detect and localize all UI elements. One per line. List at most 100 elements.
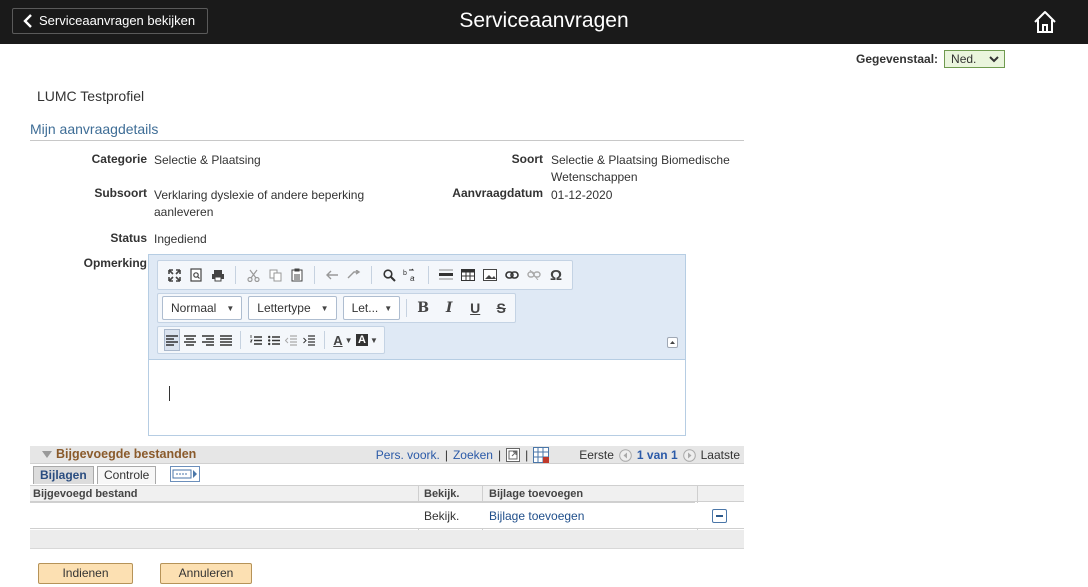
redo-icon[interactable] (344, 264, 364, 286)
svg-text:b: b (403, 270, 407, 277)
strikethrough-button[interactable]: S (491, 297, 511, 319)
search-link[interactable]: Zoeken (453, 448, 493, 462)
chevron-down-icon: ▼ (384, 303, 393, 313)
background-color-button[interactable]: A ▼ (355, 329, 378, 351)
image-icon[interactable] (480, 264, 500, 286)
personalize-link[interactable]: Pers. voork. (376, 448, 440, 462)
grid-tabs: Bijlagen Controle (30, 465, 744, 504)
data-language-select[interactable]: Ned. (944, 50, 1006, 68)
font-dropdown[interactable]: Lettertype ▼ (248, 296, 337, 320)
cancel-button[interactable]: Annuleren (160, 563, 252, 584)
col-header-view[interactable]: Bekijk. (424, 488, 459, 500)
paste-icon[interactable] (287, 264, 307, 286)
submit-button[interactable]: Indienen (38, 563, 133, 584)
chevron-down-icon: ▼ (320, 303, 329, 313)
soort-value-line2: Wetenschappen (551, 170, 638, 184)
replace-icon[interactable]: ba (401, 264, 421, 286)
top-bar: Serviceaanvragen bekijken Serviceaanvrag… (0, 0, 1088, 44)
editor-toolbar-row2: Normaal ▼ Lettertype ▼ Let... ▼ B I U S (157, 293, 517, 323)
toolbar-separator (314, 266, 315, 284)
show-all-columns-button[interactable] (170, 466, 200, 482)
format-dropdown-value: Normaal (171, 301, 217, 315)
data-language-value: Ned. (951, 52, 977, 66)
first-label: Eerste (579, 448, 614, 462)
col-header-add[interactable]: Bijlage toevoegen (489, 488, 583, 500)
align-right-icon[interactable] (200, 329, 216, 351)
toolbar-separator (371, 266, 372, 284)
horizontal-rule-icon[interactable] (436, 264, 456, 286)
data-language-label: Gegevenstaal: (856, 52, 939, 66)
print-icon[interactable] (208, 264, 228, 286)
unlink-icon[interactable] (524, 264, 544, 286)
align-justify-icon[interactable] (218, 329, 234, 351)
text-color-button[interactable]: A ▼ (332, 329, 354, 351)
add-attachment-link[interactable]: Bijlage toevoegen (489, 509, 584, 523)
chevron-down-icon: ▼ (226, 303, 235, 313)
subsoort-label: Subsoort (94, 186, 147, 200)
grid-column-header: Bijgevoegd bestand Bekijk. Bijlage toevo… (30, 485, 744, 502)
bulleted-list-icon[interactable] (266, 329, 282, 351)
numbered-list-icon[interactable] (248, 329, 264, 351)
view-attachment-button[interactable]: Bekijk. (424, 509, 459, 523)
section-divider (30, 140, 744, 141)
categorie-value: Selectie & Plaatsing (154, 153, 261, 167)
text-color-letter: A (333, 332, 343, 348)
chevron-down-icon: ▼ (344, 335, 353, 345)
grid-navigation: Pers. voork. | Zoeken | | Eerste 1 van 1… (376, 447, 740, 463)
link-icon[interactable] (502, 264, 522, 286)
editor-text-area[interactable] (149, 359, 685, 435)
special-character-icon[interactable]: Ω (546, 264, 566, 286)
collapse-triangle-icon (42, 450, 52, 458)
show-all-columns-icon (172, 469, 197, 479)
col-header-file[interactable]: Bijgevoegd bestand (33, 488, 138, 500)
back-button[interactable]: Serviceaanvragen bekijken (12, 8, 209, 34)
aanvraagdatum-value: 01-12-2020 (551, 188, 613, 202)
grid-title[interactable]: Bijgevoegde bestanden (42, 447, 196, 461)
align-center-icon[interactable] (182, 329, 198, 351)
copy-icon[interactable] (265, 264, 285, 286)
tab-bijlagen[interactable]: Bijlagen (33, 466, 94, 484)
last-label: Laatste (700, 448, 740, 462)
status-value: Ingediend (154, 232, 207, 246)
soort-label: Soort (511, 152, 543, 166)
underline-button[interactable]: U (465, 297, 485, 319)
chevron-left-icon (23, 14, 32, 28)
cut-icon[interactable] (243, 264, 263, 286)
maximize-icon[interactable] (164, 264, 184, 286)
indent-icon[interactable] (301, 329, 317, 351)
chevron-up-icon (670, 341, 675, 344)
home-icon[interactable] (1031, 8, 1059, 36)
editor-toolbar-row1: ba Ω (157, 260, 573, 290)
undo-icon[interactable] (322, 264, 342, 286)
delete-row-button[interactable] (712, 509, 727, 523)
font-dropdown-value: Lettertype (257, 301, 311, 315)
status-label: Status (110, 231, 147, 245)
editor-toolbar-row3: A ▼ A ▼ (157, 326, 385, 354)
previous-page-icon[interactable] (619, 448, 632, 462)
tab-controle[interactable]: Controle (97, 466, 157, 484)
preview-icon[interactable] (186, 264, 206, 286)
chevron-down-icon: ▼ (369, 335, 378, 345)
comment-editor: ba Ω Normaal ▼ Lettertype ▼ Let... ▼ B I… (148, 254, 686, 436)
grid-header: Bijgevoegde bestanden Pers. voork. | Zoe… (30, 446, 744, 464)
grid-title-label: Bijgevoegde bestanden (56, 447, 197, 461)
soort-value-line1: Selectie & Plaatsing Biomedische (551, 153, 730, 167)
outdent-icon[interactable] (284, 329, 300, 351)
format-dropdown[interactable]: Normaal ▼ (162, 296, 243, 320)
italic-button[interactable]: I (439, 297, 459, 319)
subsoort-value-line1: Verklaring dyslexie of andere beperking (154, 188, 365, 202)
table-icon[interactable] (458, 264, 478, 286)
table-row: Bekijk. Bijlage toevoegen (30, 503, 744, 529)
find-icon[interactable] (379, 264, 399, 286)
download-spreadsheet-icon[interactable] (533, 447, 550, 463)
view-all-icon[interactable] (506, 448, 521, 462)
size-dropdown[interactable]: Let... ▼ (342, 296, 401, 320)
toolbar-collapse-button[interactable] (667, 337, 678, 348)
opmerking-label: Opmerking (83, 256, 147, 270)
bold-button[interactable]: B (413, 297, 433, 319)
data-language: Gegevenstaal: Ned. (856, 50, 1006, 68)
next-page-icon[interactable] (682, 448, 696, 462)
align-left-icon[interactable] (164, 329, 181, 351)
toolbar-separator (324, 331, 325, 349)
toolbar-separator (235, 266, 236, 284)
